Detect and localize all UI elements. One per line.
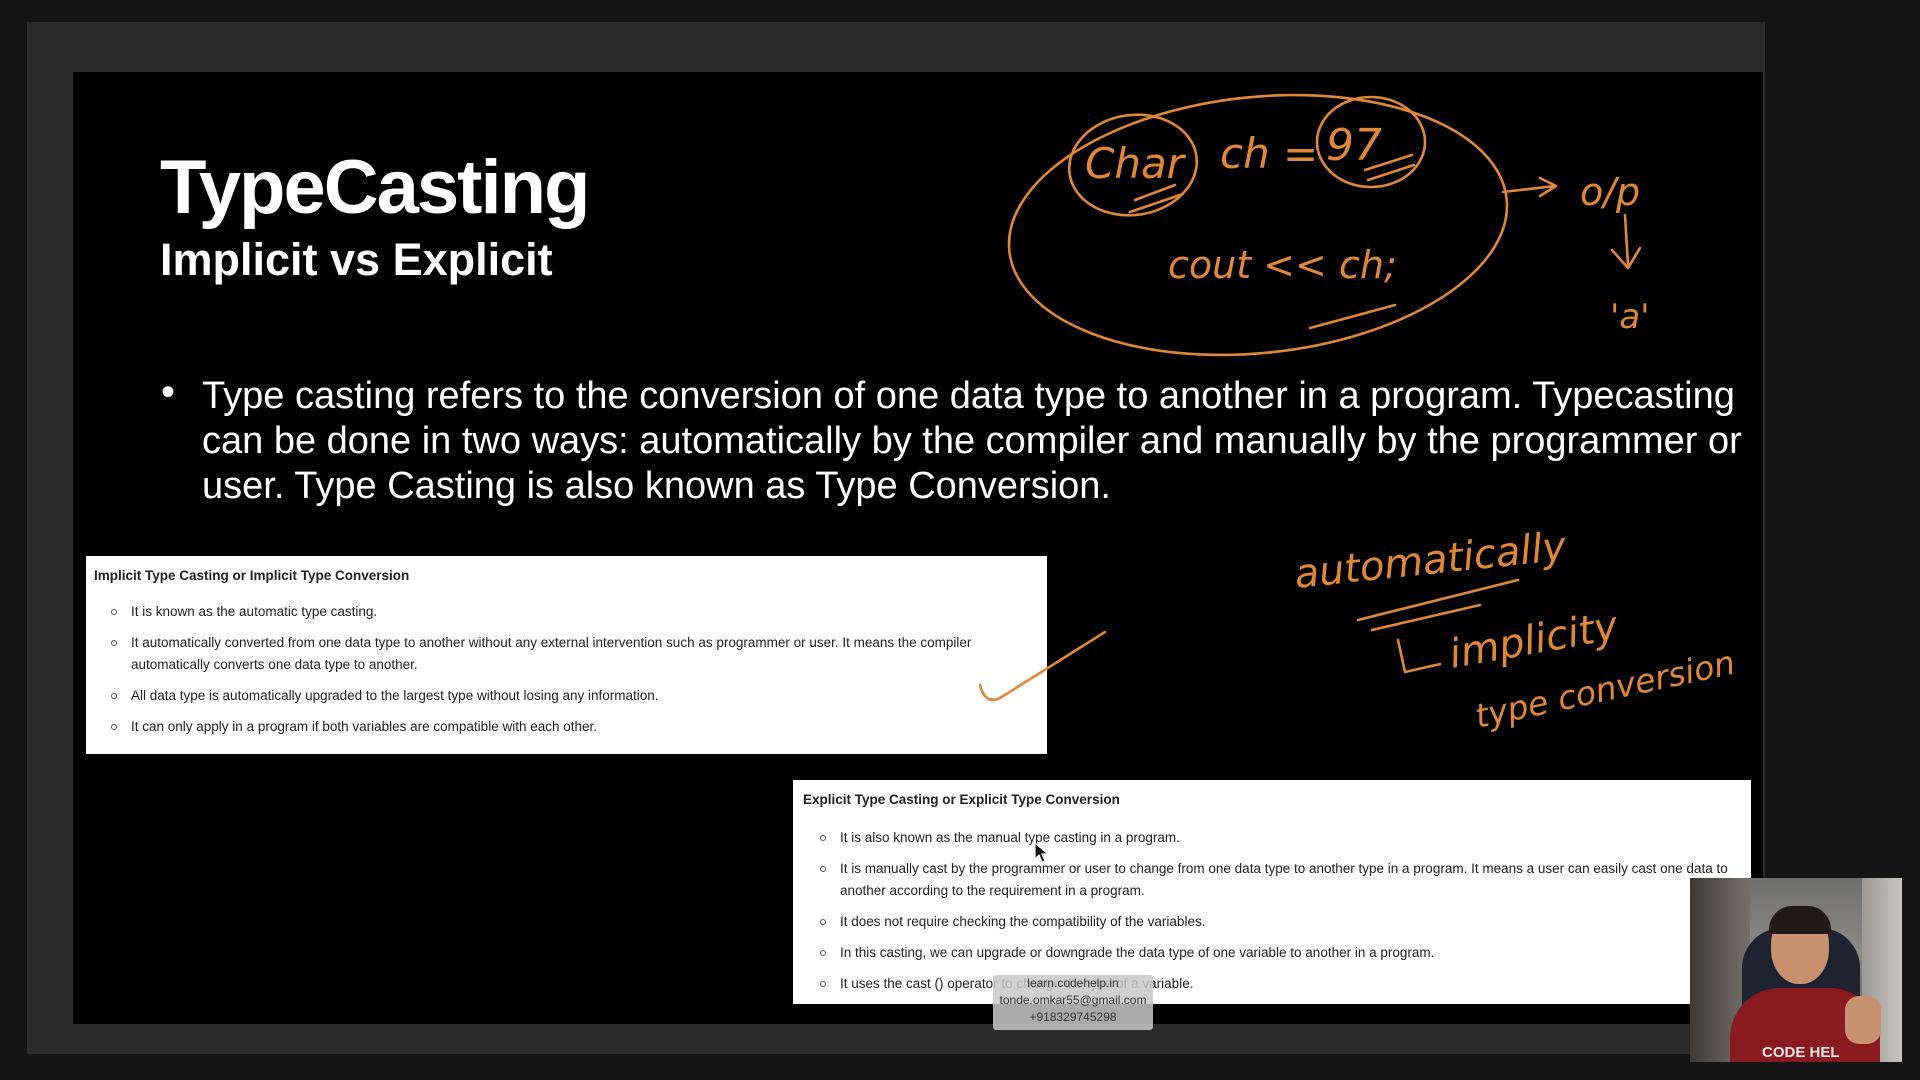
watermark-email: tonde.omkar55@gmail.com — [999, 993, 1147, 1007]
watermark: learn.codehelp.in tonde.omkar55@gmail.co… — [993, 975, 1153, 1030]
list-item: It is also known as the manual type cast… — [803, 827, 1743, 849]
list-item: It does not require checking the compati… — [803, 911, 1743, 933]
explicit-card-heading: Explicit Type Casting or Explicit Type C… — [803, 792, 1120, 807]
video-screen: TypeCasting Implicit vs Explicit • Type … — [0, 0, 1920, 1080]
mouse-cursor-icon — [1034, 842, 1050, 863]
implicit-casting-card: Implicit Type Casting or Implicit Type C… — [86, 556, 1047, 754]
implicit-card-list: It is known as the automatic type castin… — [94, 601, 1039, 738]
presenter-hand — [1845, 996, 1881, 1044]
presentation-frame: TypeCasting Implicit vs Explicit • Type … — [27, 22, 1765, 1054]
watermark-site: learn.codehelp.in — [1027, 976, 1119, 990]
list-item: All data type is automatically upgraded … — [94, 685, 1039, 707]
bullet-icon: • — [161, 370, 176, 414]
list-item: In this casting, we can upgrade or downg… — [803, 942, 1743, 964]
list-item: It automatically converted from one data… — [94, 632, 1039, 676]
slide-title: TypeCasting — [160, 145, 590, 230]
bullet-text: Type casting refers to the conversion of… — [202, 375, 1742, 507]
list-item: It is known as the automatic type castin… — [94, 601, 1039, 623]
explicit-casting-card: Explicit Type Casting or Explicit Type C… — [793, 780, 1751, 1004]
explicit-card-list: It is also known as the manual type cast… — [803, 827, 1743, 995]
slide-subtitle: Implicit vs Explicit — [160, 234, 553, 285]
slide: TypeCasting Implicit vs Explicit • Type … — [73, 72, 1763, 1024]
webcam-overlay: CODE HEL — [1690, 878, 1902, 1062]
list-item: It uses the cast () operator to change t… — [803, 973, 1743, 995]
watermark-phone: +918329745298 — [1029, 1010, 1117, 1024]
shirt-logo: CODE HEL — [1762, 1044, 1840, 1061]
list-item: It is manually cast by the programmer or… — [803, 858, 1743, 902]
implicit-card-heading: Implicit Type Casting or Implicit Type C… — [94, 568, 410, 583]
list-item: It can only apply in a program if both v… — [94, 716, 1039, 738]
